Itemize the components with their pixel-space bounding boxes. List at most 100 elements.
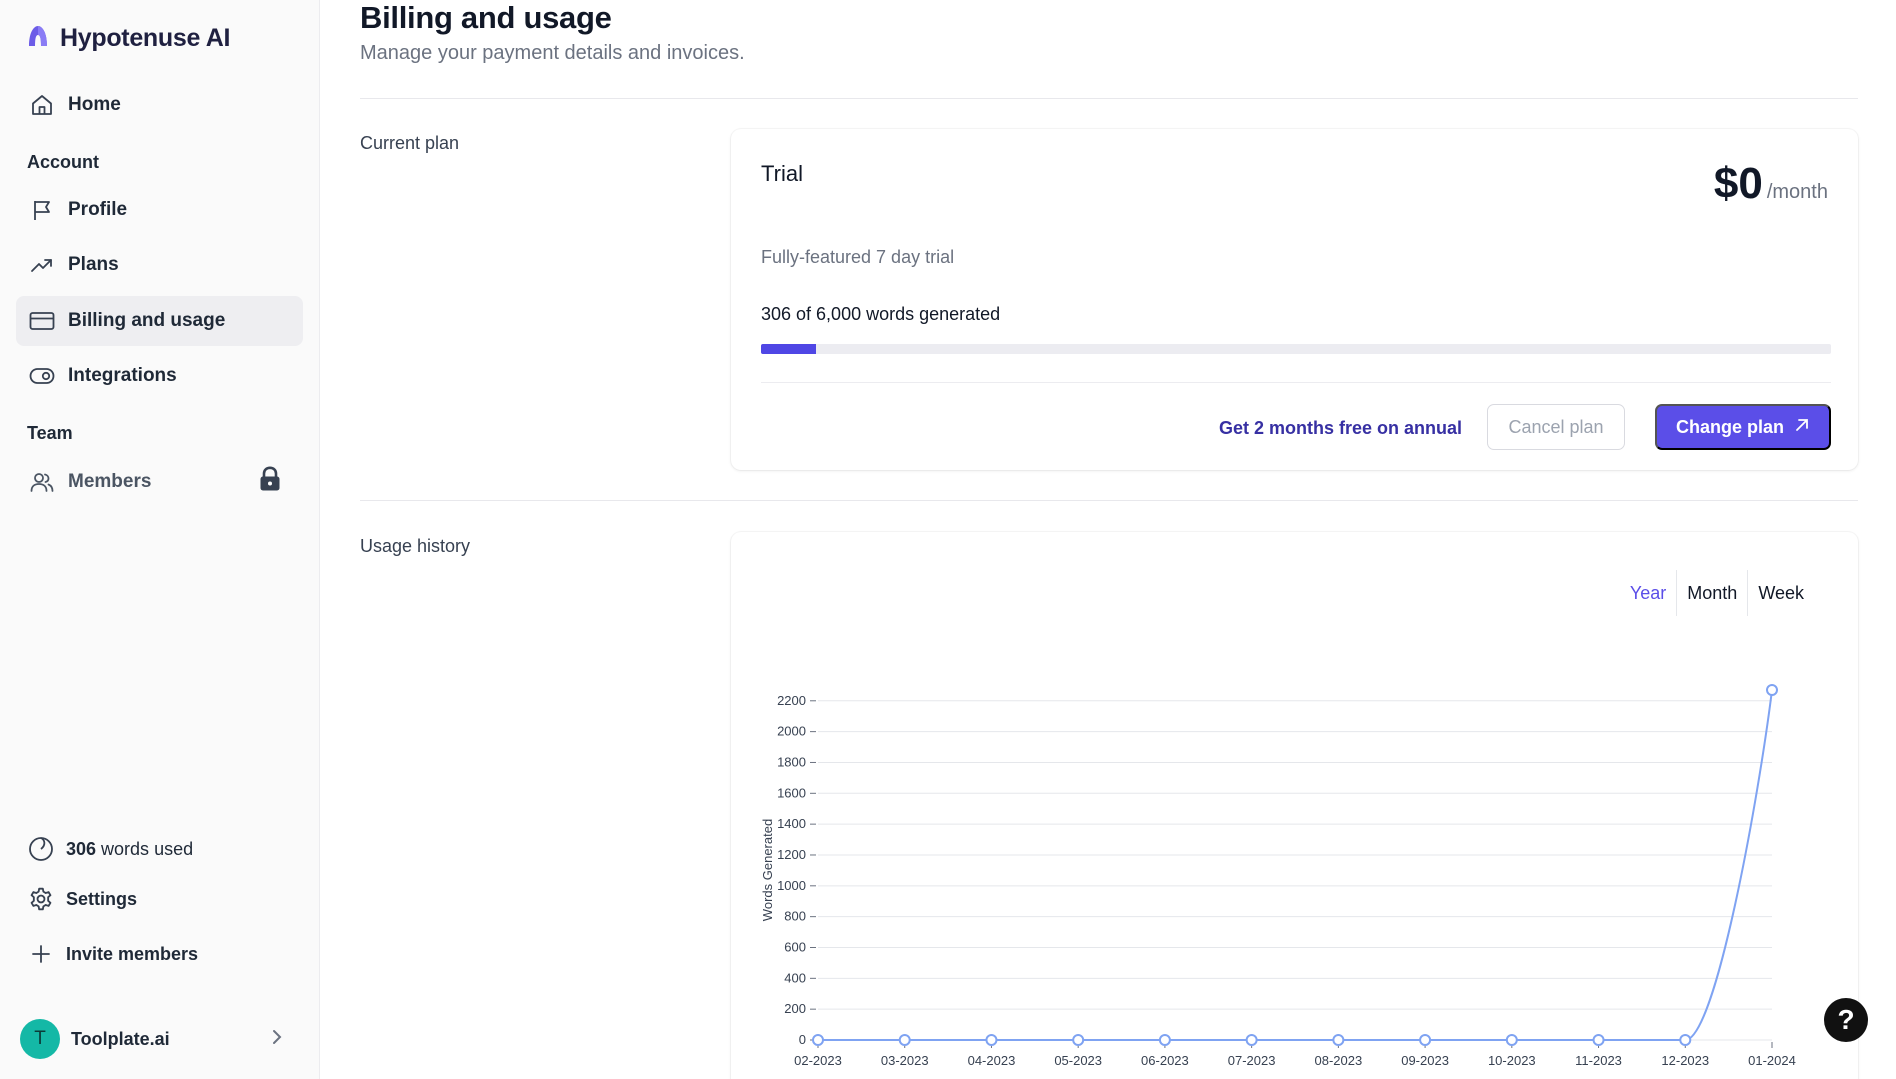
sidebar-item-integrations[interactable]: Integrations bbox=[16, 351, 303, 401]
sidebar: Hypotenuse AI Home Account Profile Plans… bbox=[0, 0, 320, 1079]
divider bbox=[360, 98, 1858, 99]
y-tick-label: 1000 bbox=[777, 878, 806, 893]
series-line bbox=[818, 689, 1773, 1041]
x-tick-label: 09-2023 bbox=[1401, 1053, 1449, 1068]
price-amount: $0 bbox=[1713, 159, 1763, 208]
x-tick-label: 12-2023 bbox=[1661, 1053, 1709, 1068]
y-tick-label: 0 bbox=[799, 1032, 806, 1047]
lock-icon bbox=[259, 466, 281, 498]
sidebar-item-billing[interactable]: Billing and usage bbox=[16, 296, 303, 346]
logo-icon bbox=[26, 24, 50, 53]
y-tick-label: 400 bbox=[784, 970, 806, 985]
usage-progress-bar bbox=[761, 344, 1831, 354]
x-tick-label: 01-2024 bbox=[1748, 1053, 1796, 1068]
annual-offer-link[interactable]: Get 2 months free on annual bbox=[1219, 418, 1462, 439]
x-tick-label: 04-2023 bbox=[968, 1053, 1016, 1068]
words-used-indicator: 306 words used bbox=[26, 834, 193, 864]
usage-chart: 0 200 400 600 800 1000 1200 1400 1600 1800 2000 220… bbox=[760, 684, 1796, 1068]
sidebar-item-home[interactable]: Home bbox=[16, 80, 303, 130]
usage-ring-icon bbox=[26, 834, 56, 864]
card-divider bbox=[761, 382, 1831, 383]
y-tick-label: 600 bbox=[784, 939, 806, 954]
sidebar-item-label: Plans bbox=[68, 254, 119, 275]
cancel-plan-button[interactable]: Cancel plan bbox=[1487, 404, 1625, 450]
trending-up-icon bbox=[27, 250, 57, 280]
price-period: /month bbox=[1766, 181, 1828, 203]
change-plan-button[interactable]: Change plan bbox=[1655, 404, 1831, 450]
y-tick-label: 1600 bbox=[777, 785, 806, 800]
data-point bbox=[812, 1034, 824, 1046]
x-tick-label: 10-2023 bbox=[1488, 1053, 1536, 1068]
sidebar-item-profile[interactable]: Profile bbox=[16, 185, 303, 235]
page-title: Billing and usage bbox=[360, 0, 612, 35]
data-point bbox=[898, 1034, 911, 1046]
x-tick-label: 08-2023 bbox=[1315, 1053, 1363, 1068]
current-plan-label: Current plan bbox=[360, 133, 460, 153]
chevron-right-icon bbox=[270, 1028, 284, 1051]
x-tick-label: 06-2023 bbox=[1141, 1053, 1189, 1068]
invite-members-link[interactable]: Invite members bbox=[26, 939, 198, 969]
invite-label: Invite members bbox=[66, 943, 199, 964]
usage-progress-fill bbox=[761, 344, 816, 354]
credit-card-icon bbox=[27, 306, 57, 336]
x-tick-label: 11-2023 bbox=[1575, 1053, 1622, 1068]
y-tick-label: 200 bbox=[784, 1001, 806, 1016]
usage-history-label: Usage history bbox=[360, 536, 471, 556]
home-icon bbox=[27, 90, 57, 120]
flag-icon bbox=[27, 195, 57, 225]
sidebar-item-label: Members bbox=[68, 471, 152, 492]
plan-name: Trial bbox=[761, 161, 803, 186]
x-tick-label: 03-2023 bbox=[881, 1053, 929, 1068]
y-axis-label: Words Generated bbox=[760, 819, 775, 921]
section-label-team: Team bbox=[27, 423, 73, 443]
x-tick-label: 07-2023 bbox=[1228, 1053, 1276, 1068]
change-plan-label: Change plan bbox=[1675, 416, 1784, 437]
sidebar-item-label: Profile bbox=[68, 199, 128, 220]
data-point bbox=[1505, 1034, 1518, 1046]
sidebar-item-label: Billing and usage bbox=[68, 310, 226, 331]
data-point bbox=[1419, 1034, 1432, 1046]
sidebar-item-label: Integrations bbox=[68, 365, 177, 386]
gear-icon bbox=[26, 884, 56, 914]
data-point bbox=[1072, 1034, 1085, 1046]
sidebar-item-label: Home bbox=[68, 94, 121, 115]
account-name: Toolplate.ai bbox=[71, 1028, 170, 1049]
y-tick-label: 800 bbox=[784, 909, 806, 924]
help-button[interactable]: ? bbox=[1824, 998, 1868, 1042]
x-tick-label: 05-2023 bbox=[1054, 1053, 1102, 1068]
words-used-text: words used bbox=[101, 838, 194, 859]
plan-description: Fully-featured 7 day trial bbox=[761, 247, 955, 267]
data-point bbox=[1679, 1034, 1692, 1046]
plus-icon bbox=[26, 939, 56, 969]
brand-name: Hypotenuse AI bbox=[60, 24, 231, 52]
page-subtitle: Manage your payment details and invoices… bbox=[360, 42, 745, 64]
y-tick-label: 2200 bbox=[777, 693, 806, 708]
plan-price: $0 /month bbox=[1714, 159, 1828, 209]
data-point bbox=[1766, 684, 1778, 696]
current-plan-card: Trial $0 /month Fully-featured 7 day tri… bbox=[731, 129, 1858, 470]
words-used-count: 306 bbox=[66, 838, 97, 859]
sidebar-item-plans[interactable]: Plans bbox=[16, 240, 303, 290]
arrow-up-right-icon bbox=[1794, 417, 1810, 438]
data-point bbox=[1245, 1034, 1258, 1046]
data-point bbox=[1592, 1034, 1605, 1046]
settings-link[interactable]: Settings bbox=[26, 884, 137, 914]
data-point bbox=[1158, 1034, 1171, 1046]
y-tick-label: 1800 bbox=[777, 754, 806, 769]
usage-history-card: Year Month Week 0 200 400 600 800 1000 1200 140… bbox=[731, 532, 1858, 1079]
account-switcher[interactable]: T Toolplate.ai bbox=[20, 1018, 284, 1060]
usage-text: 306 of 6,000 words generated bbox=[761, 304, 1001, 324]
settings-label: Settings bbox=[66, 888, 138, 909]
x-tick-label: 02-2023 bbox=[794, 1053, 842, 1068]
divider bbox=[360, 500, 1858, 501]
data-point bbox=[1332, 1034, 1345, 1046]
toggle-icon bbox=[27, 361, 57, 391]
avatar: T bbox=[20, 1019, 60, 1059]
y-tick-label: 2000 bbox=[777, 724, 806, 739]
sidebar-item-members[interactable]: Members bbox=[16, 457, 303, 507]
y-tick-label: 1200 bbox=[777, 847, 806, 862]
users-icon bbox=[27, 467, 57, 497]
section-label-account: Account bbox=[27, 152, 99, 172]
brand[interactable]: Hypotenuse AI bbox=[26, 24, 231, 53]
y-tick-label: 1400 bbox=[777, 816, 806, 831]
